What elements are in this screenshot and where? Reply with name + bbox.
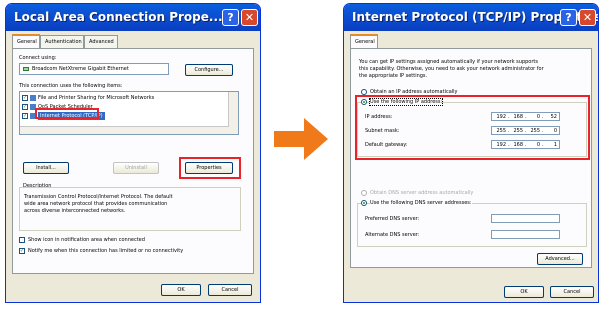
alternate-dns-field[interactable] [491, 230, 560, 239]
configure-button[interactable]: Configure... [185, 64, 233, 76]
intro-line: the appropriate IP settings. [359, 73, 428, 79]
tab-strip: General Authentication Advanced [12, 34, 254, 48]
connect-using-label: Connect using: [19, 55, 57, 61]
tab-advanced[interactable]: Advanced [84, 35, 118, 48]
cancel-button[interactable]: Cancel [208, 284, 252, 296]
tab-strip: General [350, 34, 592, 48]
tab-authentication[interactable]: Authentication [40, 35, 84, 48]
dns-settings-group [357, 203, 587, 247]
general-panel: You can get IP settings assigned automat… [350, 48, 592, 268]
help-icon[interactable]: ? [560, 9, 577, 26]
tcp-ip-properties-dialog: Internet Protocol (TCP/IP) Properties ? … [343, 3, 599, 303]
item-file-printer-sharing[interactable]: File and Printer Sharing for Microsoft N… [38, 95, 154, 101]
checkbox-qos-packet-scheduler[interactable]: ✓ [22, 104, 28, 110]
advanced-button[interactable]: Advanced... [537, 253, 583, 265]
notify-label[interactable]: Notify me when this connection has limit… [28, 248, 183, 254]
intro-line: this capability. Otherwise, you need to … [359, 66, 544, 72]
notify-checkbox[interactable]: ✓ [19, 248, 25, 254]
obtain-dns-radio [361, 190, 367, 196]
tab-general[interactable]: General [12, 34, 40, 48]
cancel-button[interactable]: Cancel [550, 286, 594, 298]
checkbox-file-printer-sharing[interactable]: ✓ [22, 95, 28, 101]
close-icon[interactable]: ✕ [241, 9, 258, 26]
items-label: This connection uses the following items… [19, 83, 123, 89]
use-dns-radio[interactable] [361, 200, 367, 206]
ip-settings-highlight-box [355, 95, 590, 160]
description-line: wide area network protocol that provides… [24, 201, 168, 207]
ok-button[interactable]: OK [504, 286, 544, 298]
close-icon[interactable]: ✕ [579, 9, 596, 26]
description-line: across diverse interconnected networks. [24, 208, 126, 214]
network-adapter-icon [23, 67, 29, 71]
show-icon-label[interactable]: Show icon in notification area when conn… [28, 237, 145, 243]
adapter-name: Broadcom NetXtreme Gigabit Ethernet [32, 66, 129, 72]
adapter-field: Broadcom NetXtreme Gigabit Ethernet [19, 63, 169, 75]
items-list-scrollbar[interactable] [228, 92, 238, 134]
title-bar[interactable]: Internet Protocol (TCP/IP) Properties ? … [344, 4, 598, 31]
description-group: Transmission Control Protocol/Internet P… [19, 187, 241, 231]
local-area-connection-dialog: Local Area Connection Prope... ? ✕ Gener… [5, 3, 261, 303]
show-icon-checkbox[interactable] [19, 237, 25, 243]
obtain-dns-label: Obtain DNS server address automatically [370, 190, 474, 196]
ok-button[interactable]: OK [161, 284, 201, 296]
right-arrow-icon [274, 118, 328, 160]
alternate-dns-label: Alternate DNS server: [365, 232, 420, 238]
tcp-ip-highlight-box [35, 108, 99, 119]
help-icon[interactable]: ? [222, 9, 239, 26]
intro-line: You can get IP settings assigned automat… [359, 59, 538, 65]
network-item-icon [30, 95, 36, 101]
title-bar[interactable]: Local Area Connection Prope... ? ✕ [6, 4, 260, 31]
use-dns-label[interactable]: Use the following DNS server addresses: [370, 200, 472, 206]
preferred-dns-field[interactable] [491, 214, 560, 223]
checkbox-tcp-ip[interactable]: ✓ [22, 113, 28, 119]
dialog-title: Local Area Connection Prope... [14, 10, 223, 24]
properties-highlight-box [179, 157, 241, 179]
preferred-dns-label: Preferred DNS server: [365, 216, 420, 222]
general-panel: Connect using: Broadcom NetXtreme Gigabi… [12, 48, 254, 274]
uninstall-button: Uninstall [113, 162, 159, 174]
items-hscrollbar[interactable] [20, 126, 229, 134]
tab-general[interactable]: General [350, 34, 378, 48]
install-button[interactable]: Install... [23, 162, 69, 174]
description-line: Transmission Control Protocol/Internet P… [24, 194, 173, 200]
